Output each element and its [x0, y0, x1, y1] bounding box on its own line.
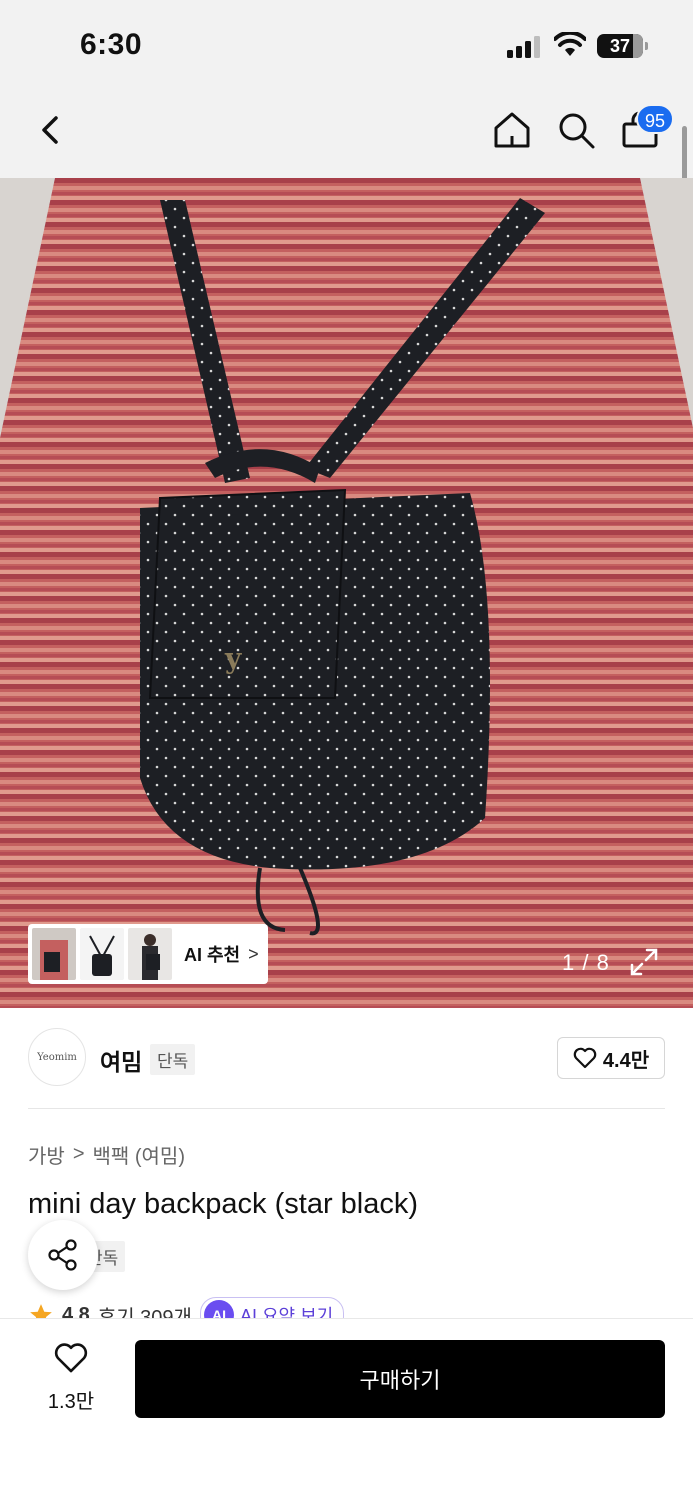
breadcrumb-category[interactable]: 가방	[28, 1140, 65, 1169]
product-photo: y	[0, 178, 693, 1008]
share-icon	[48, 1239, 77, 1271]
recommend-thumbnail[interactable]	[80, 928, 124, 980]
chevron-right-icon: >	[248, 943, 259, 964]
share-button[interactable]	[28, 1220, 98, 1290]
product-title: mini day backpack (star black)	[28, 1188, 419, 1220]
battery-icon: 37	[597, 34, 643, 58]
wishlist-count: 1.3만	[47, 1391, 95, 1413]
wishlist-button[interactable]: 1.3만	[40, 1342, 102, 1414]
divider	[28, 1108, 665, 1109]
brand-like-count: 4.4만	[602, 1049, 650, 1072]
chevron-left-icon[interactable]	[34, 110, 68, 150]
brand-logo[interactable]: Yeomim	[28, 1028, 86, 1086]
product-image[interactable]: y	[0, 178, 693, 1008]
top-header	[0, 0, 693, 178]
expand-icon[interactable]	[628, 946, 660, 978]
svg-text:y: y	[224, 642, 242, 675]
image-pager: 1 / 8	[562, 950, 610, 975]
brand-name[interactable]: 여밈	[100, 1043, 142, 1077]
ai-recommend-strip[interactable]: AI 추천 >	[28, 924, 268, 984]
battery-cap	[645, 42, 648, 50]
recommend-thumbnail[interactable]	[128, 928, 172, 980]
buy-button[interactable]: 구매하기	[135, 1340, 665, 1418]
breadcrumb-subcategory[interactable]: 백팩 (여밈)	[93, 1140, 185, 1169]
heart-icon	[54, 1343, 88, 1373]
search-icon[interactable]	[556, 110, 596, 150]
heart-icon	[573, 1047, 597, 1069]
battery-level: 37	[609, 36, 631, 56]
cart-count-badge: 95	[636, 104, 674, 134]
status-time: 6:30	[80, 28, 143, 61]
brand-exclusive-tag: 단독	[150, 1044, 196, 1075]
home-icon[interactable]	[492, 110, 532, 150]
cellular-signal-icon	[507, 36, 541, 58]
ai-recommend-label: AI 추천	[184, 945, 241, 965]
recommend-thumbnail[interactable]	[32, 928, 76, 980]
brand-like-button[interactable]: 4.4만	[557, 1037, 665, 1079]
wifi-icon	[554, 32, 586, 56]
breadcrumb-separator: >	[72, 1143, 85, 1165]
breadcrumb: 가방 > 백팩 (여밈)	[28, 1140, 185, 1169]
